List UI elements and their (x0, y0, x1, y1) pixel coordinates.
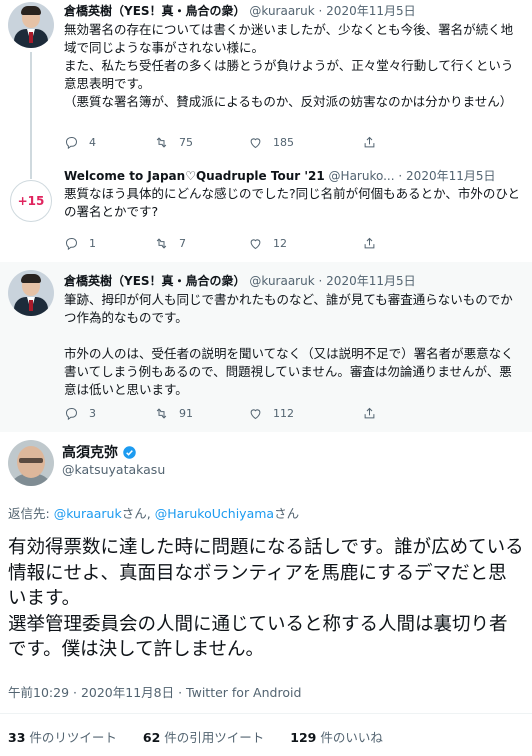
tweet-actions: 3 91 112 (64, 403, 464, 423)
tweet-body: 筆跡、拇印が何人も同じで書かれたものなど、誰が見ても審査通らないものでかつ作為的… (64, 291, 524, 399)
reply-count: 1 (89, 236, 96, 250)
tweet-actions: 4 75 185 (64, 132, 464, 152)
tweet-text: 筆跡、拇印が何人も同じで書かれたものなど、誰が見ても審査通らないものでかつ作為的… (64, 292, 514, 397)
reply-button[interactable]: 3 (64, 403, 96, 423)
main-tweet-text: 有効得票数に達した時に問題になる話しです。誰が広めている情報にせよ、真面目なボラ… (8, 537, 524, 660)
engagement-stats: 33 件のリツイート 62 件の引用ツイート 129 件のいいね (8, 727, 524, 749)
reply-count: 3 (89, 406, 96, 420)
divider (0, 713, 532, 714)
user-handle[interactable]: @kuraaruk (249, 4, 314, 18)
share-icon (364, 136, 375, 147)
reply-count: 4 (89, 135, 96, 149)
tweet-text: 悪質なほう具体的にどんな感じのでした?同じ名前が何個もあるとか、市外のひとの署名… (64, 186, 521, 219)
separator: · (318, 4, 323, 18)
retweets-stat[interactable]: 33 件のリツイート (8, 727, 117, 746)
retweet-button[interactable]: 91 (154, 403, 193, 423)
like-count: 12 (273, 236, 287, 250)
reply-user-link[interactable]: @kuraaruk (54, 506, 122, 521)
tweet-2[interactable]: +15 Welcome to Japan♡Quadruple Tour '21 … (0, 165, 532, 262)
avatar[interactable] (8, 270, 54, 316)
like-icon (250, 137, 261, 148)
thread-line (30, 165, 32, 179)
reply-context: 返信先: @kuraarukさん, @HarukoUchiyamaさん (8, 503, 299, 522)
tweet-header: 倉橋英樹（YES！真・鳥合の衆） @kuraaruk · 2020年11月5日 (64, 272, 524, 290)
retweet-count: 75 (179, 135, 193, 149)
like-button[interactable]: 12 (248, 233, 287, 253)
tweet-header: Welcome to Japan♡Quadruple Tour '21 @Har… (64, 167, 524, 185)
reply-suffix: さん (274, 506, 300, 521)
retweets-label: 件のリツイート (25, 730, 117, 745)
retweet-count: 7 (179, 236, 186, 250)
user-name-row[interactable]: 高須克弥 (62, 442, 137, 462)
share-button[interactable] (362, 233, 377, 253)
like-button[interactable]: 185 (248, 132, 294, 152)
share-button[interactable] (362, 403, 377, 423)
reply-prefix: 返信先: (8, 506, 54, 521)
reply-user-link[interactable]: @HarukoUchiyama (155, 506, 274, 521)
share-icon (364, 407, 375, 418)
user-handle[interactable]: @Haruko... (329, 169, 395, 183)
quotes-count: 62 (142, 730, 161, 745)
avatar[interactable] (8, 440, 54, 486)
share-button[interactable] (362, 132, 377, 152)
likes-stat[interactable]: 129 件のいいね (290, 727, 383, 746)
verified-badge-icon (123, 445, 136, 459)
reply-button[interactable]: 1 (64, 233, 96, 253)
reply-icon (65, 237, 78, 250)
more-replies-button[interactable]: +15 (10, 180, 52, 222)
tweet-header: 倉橋英樹（YES！真・鳥合の衆） @kuraaruk · 2020年11月5日 (64, 2, 524, 20)
separator: · (398, 169, 403, 183)
tweet-metadata[interactable]: 午前10:29 · 2020年11月8日 · Twitter for Andro… (8, 682, 301, 701)
likes-label: 件のいいね (316, 730, 383, 745)
like-count: 185 (273, 135, 294, 149)
avatar[interactable] (8, 2, 54, 48)
user-name[interactable]: 高須克弥 (62, 442, 118, 462)
main-tweet: 高須克弥 @katsuyatakasu 返信先: @kuraarukさん, @H… (0, 432, 532, 756)
likes-count: 129 (290, 730, 317, 745)
like-count: 112 (273, 406, 294, 420)
like-button[interactable]: 112 (248, 403, 294, 423)
retweets-count: 33 (8, 730, 26, 745)
tweet-date[interactable]: 2020年11月5日 (406, 169, 495, 183)
retweet-button[interactable]: 75 (154, 132, 193, 152)
quotes-label: 件の引用ツイート (160, 730, 265, 745)
user-handle[interactable]: @katsuyatakasu (62, 462, 165, 477)
separator: · (318, 274, 323, 288)
tweet-body: 悪質なほう具体的にどんな感じのでした?同じ名前が何個もあるとか、市外のひとの署名… (64, 185, 524, 221)
reply-icon (65, 407, 78, 420)
reply-icon (65, 136, 78, 149)
tweet-date[interactable]: 2020年11月5日 (326, 274, 415, 288)
tweet-1[interactable]: 倉橋英樹（YES！真・鳥合の衆） @kuraaruk · 2020年11月5日 … (0, 0, 532, 165)
share-icon (364, 237, 375, 248)
retweet-count: 91 (179, 406, 193, 420)
tweet-3[interactable]: 倉橋英樹（YES！真・鳥合の衆） @kuraaruk · 2020年11月5日 … (0, 262, 532, 432)
user-name[interactable]: 倉橋英樹（YES！真・鳥合の衆） (64, 274, 246, 288)
retweet-icon (156, 136, 167, 148)
tweet-date[interactable]: 2020年11月5日 (326, 4, 415, 18)
tweet-actions: 1 7 12 (64, 233, 464, 253)
user-handle[interactable]: @kuraaruk (249, 274, 314, 288)
tweet-body: 無効署名の存在については書くか迷いましたが、少なくとも今後、署名が続く地域で同じ… (64, 21, 524, 111)
retweet-icon (156, 237, 167, 249)
reply-mid: さん, (121, 506, 155, 521)
retweet-icon (156, 407, 167, 419)
thread-line (30, 52, 32, 165)
like-icon (250, 238, 261, 249)
tweet-text: 無効署名の存在については書くか迷いましたが、少なくとも今後、署名が続く地域で同じ… (64, 22, 514, 109)
quotes-stat[interactable]: 62 件の引用ツイート (143, 727, 264, 746)
user-name[interactable]: Welcome to Japan♡Quadruple Tour '21 (64, 169, 325, 183)
reply-button[interactable]: 4 (64, 132, 96, 152)
retweet-button[interactable]: 7 (154, 233, 186, 253)
user-name[interactable]: 倉橋英樹（YES！真・鳥合の衆） (64, 4, 246, 18)
like-icon (250, 408, 261, 419)
